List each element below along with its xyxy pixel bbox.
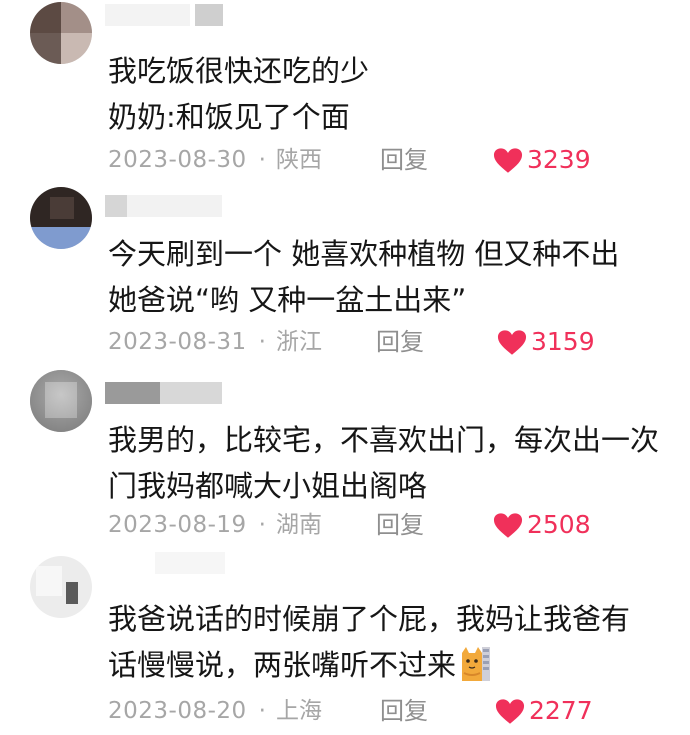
- comment-text: 我吃饭很快还吃的少 奶奶:和饭见了个面: [108, 48, 369, 140]
- comment-location: 上海: [275, 698, 322, 724]
- separator-dot: ·: [258, 698, 266, 724]
- comment-line-with-emoji: 话慢慢说，两张嘴听不过来: [108, 642, 630, 688]
- comment-text: 我爸说话的时候崩了个屁，我妈让我爸有 话慢慢说，两张嘴听不过来: [108, 596, 630, 688]
- comment-date: 2023-08-31: [108, 329, 247, 355]
- comment-line: 话慢慢说，两张嘴听不过来: [108, 648, 457, 682]
- comment-meta: 2023-08-30 · 陕西 回复: [108, 145, 428, 175]
- like-button[interactable]: 2277: [495, 696, 595, 726]
- reply-button[interactable]: 回复: [380, 696, 428, 726]
- comment-meta: 2023-08-19 · 湖南 回复: [108, 510, 424, 540]
- cat-emoji-icon: [460, 645, 491, 681]
- heart-icon: [493, 513, 523, 538]
- comment-meta: 2023-08-20 · 上海 回复: [108, 696, 428, 726]
- comment-item: 今天刷到一个 她喜欢种植物 但又种不出 她爸说“哟 又种一盆土出来” 2023-…: [0, 185, 690, 365]
- comment-line: 门我妈都喊大小姐出阁咯: [108, 469, 428, 503]
- avatar[interactable]: [30, 2, 92, 64]
- comment-date: 2023-08-19: [108, 512, 247, 538]
- separator-dot: ·: [258, 329, 266, 355]
- comment-location: 陕西: [275, 147, 322, 173]
- comment-item: 我爸说话的时候崩了个屁，我妈让我爸有 话慢慢说，两张嘴听不过来 2023-08-…: [0, 550, 690, 735]
- heart-icon: [493, 148, 523, 173]
- comment-text: 今天刷到一个 她喜欢种植物 但又种不出 她爸说“哟 又种一盆土出来”: [108, 231, 619, 323]
- comment-date: 2023-08-30: [108, 147, 247, 173]
- comment-line: 今天刷到一个 她喜欢种植物 但又种不出: [108, 237, 620, 271]
- comment-location: 湖南: [275, 512, 322, 538]
- comment-location: 浙江: [275, 329, 322, 355]
- separator-dot: ·: [258, 147, 266, 173]
- reply-button[interactable]: 回复: [376, 327, 424, 357]
- like-button[interactable]: 3239: [493, 145, 593, 175]
- like-count: 3239: [527, 145, 591, 174]
- comment-line: 我爸说话的时候崩了个屁，我妈让我爸有: [108, 602, 631, 636]
- heart-icon: [497, 330, 527, 355]
- comment-text: 我男的，比较宅，不喜欢出门，每次出一次 门我妈都喊大小姐出阁咯: [108, 417, 659, 509]
- like-count: 3159: [531, 327, 595, 356]
- comment-line: 她爸说“哟 又种一盆土出来”: [108, 283, 467, 317]
- comment-item: 我吃饭很快还吃的少 奶奶:和饭见了个面 2023-08-30 · 陕西 回复 323…: [0, 0, 690, 185]
- like-button[interactable]: 3159: [497, 327, 597, 357]
- like-count: 2277: [529, 696, 593, 725]
- comment-line: 我吃饭很快还吃的少: [108, 54, 370, 88]
- comment-date: 2023-08-20: [108, 698, 247, 724]
- reply-button[interactable]: 回复: [376, 510, 424, 540]
- avatar[interactable]: [30, 556, 92, 618]
- like-count: 2508: [527, 510, 591, 539]
- comment-line: 奶奶:和饭见了个面: [108, 100, 350, 134]
- like-button[interactable]: 2508: [493, 510, 593, 540]
- comment-line: 我男的，比较宅，不喜欢出门，每次出一次: [108, 423, 660, 457]
- avatar[interactable]: [30, 370, 92, 432]
- reply-button[interactable]: 回复: [380, 145, 428, 175]
- avatar[interactable]: [30, 187, 92, 249]
- comment-meta: 2023-08-31 · 浙江 回复: [108, 327, 424, 357]
- comment-item: 我男的，比较宅，不喜欢出门，每次出一次 门我妈都喊大小姐出阁咯 2023-08-…: [0, 365, 690, 550]
- heart-icon: [495, 699, 525, 724]
- separator-dot: ·: [258, 512, 266, 538]
